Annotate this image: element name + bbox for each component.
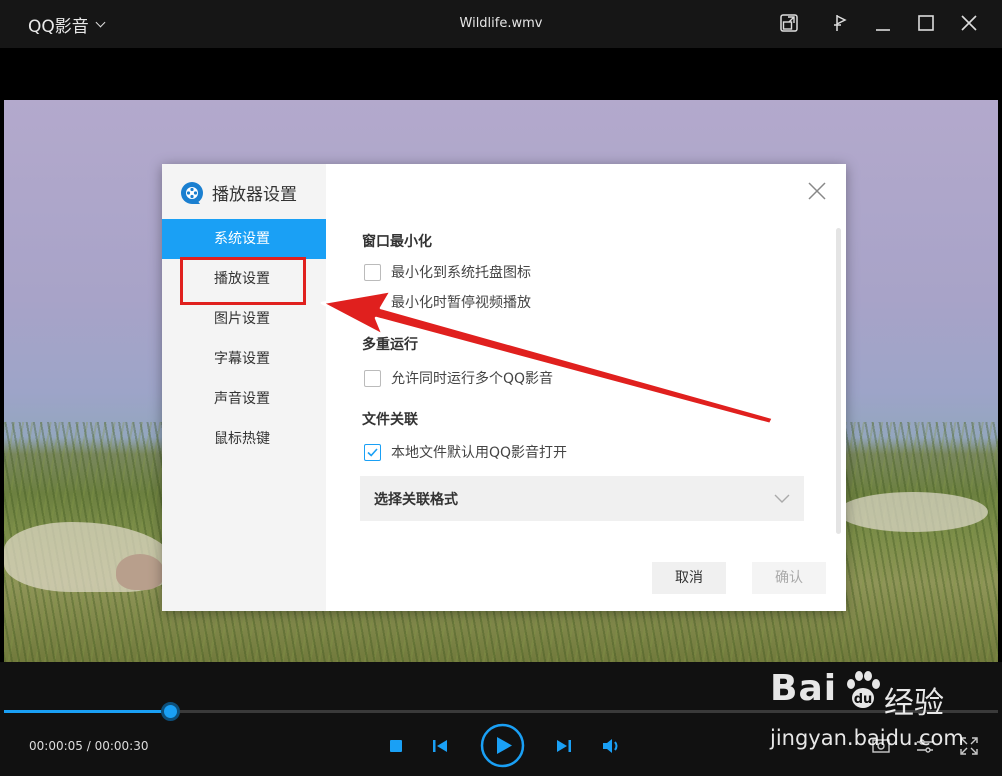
maximize-icon [918, 15, 934, 31]
option-default-open-local-files[interactable]: 本地文件默认用QQ影音打开 [364, 442, 567, 462]
play-icon [480, 723, 525, 768]
maximize-button[interactable] [915, 12, 937, 34]
nav-item-playback[interactable]: 播放设置 [162, 259, 326, 299]
select-associated-formats-dropdown[interactable]: 选择关联格式 [360, 476, 804, 521]
close-icon [808, 182, 826, 200]
dialog-title: 播放器设置 [212, 185, 297, 205]
close-icon [961, 15, 977, 31]
skip-next-icon [557, 740, 571, 752]
progress-knob[interactable] [160, 702, 180, 721]
checkbox[interactable] [364, 263, 381, 281]
minimize-button[interactable] [872, 12, 894, 34]
progress-fill [4, 710, 170, 713]
option-pause-on-minimize[interactable]: 最小化时暂停视频播放 [364, 292, 531, 312]
settings-toggle-button[interactable] [914, 735, 936, 757]
stop-button[interactable] [386, 736, 406, 756]
volume-button[interactable] [601, 735, 623, 757]
next-button[interactable] [554, 736, 574, 756]
nav-item-subtitle[interactable]: 字幕设置 [162, 339, 326, 379]
minimize-icon [876, 29, 890, 31]
checkbox-checked[interactable] [364, 443, 381, 461]
option-allow-multiple-instances[interactable]: 允许同时运行多个QQ影音 [364, 368, 553, 388]
check-icon [367, 447, 378, 457]
mini-mode-icon [780, 14, 798, 32]
time-display: 00:00:05 / 00:00:30 [29, 739, 149, 753]
section-title-multi-run: 多重运行 [362, 337, 418, 353]
pin-icon [834, 15, 847, 31]
video-sand-right [838, 492, 988, 532]
player-controls: 00:00:05 / 00:00:30 [0, 662, 1002, 776]
mini-mode-button[interactable] [778, 12, 800, 34]
section-title-file-association: 文件关联 [362, 412, 418, 428]
screenshot-button[interactable] [870, 735, 892, 757]
settings-sidebar: 播放器设置 系统设置 播放设置 图片设置 字幕设置 声音设置 鼠标热键 [162, 164, 326, 611]
file-title: Wildlife.wmv [459, 16, 543, 31]
video-rock [116, 554, 164, 590]
dropdown-label: 选择关联格式 [374, 491, 458, 508]
cancel-button[interactable]: 取消 [652, 562, 726, 594]
pin-button[interactable] [828, 12, 850, 34]
scrollbar[interactable] [836, 228, 841, 534]
nav-item-audio[interactable]: 声音设置 [162, 379, 326, 419]
nav-item-hotkeys[interactable]: 鼠标热键 [162, 419, 326, 459]
fullscreen-button[interactable] [958, 735, 980, 757]
dialog-close-button[interactable] [806, 180, 828, 202]
chevron-down-icon [774, 494, 790, 503]
confirm-button[interactable]: 确认 [752, 562, 826, 594]
nav-item-image[interactable]: 图片设置 [162, 299, 326, 339]
checkbox[interactable] [364, 369, 381, 387]
progress-bar[interactable] [4, 702, 998, 721]
nav-item-system[interactable]: 系统设置 [162, 219, 326, 259]
section-title-minimize: 窗口最小化 [362, 234, 432, 250]
fullscreen-icon [960, 737, 978, 755]
qq-player-logo-icon [181, 181, 203, 204]
stop-icon [390, 740, 402, 752]
title-bar: QQ影音 Wildlife.wmv [0, 0, 1002, 48]
screenshot-icon [872, 739, 890, 753]
checkbox[interactable] [364, 293, 381, 311]
option-label: 最小化时暂停视频播放 [391, 295, 531, 311]
option-minimize-to-tray[interactable]: 最小化到系统托盘图标 [364, 262, 531, 282]
settings-dialog: 播放器设置 系统设置 播放设置 图片设置 字幕设置 声音设置 鼠标热键 窗口最小… [162, 164, 846, 611]
play-button[interactable] [480, 723, 525, 768]
previous-button[interactable] [430, 736, 450, 756]
option-label: 最小化到系统托盘图标 [391, 265, 531, 281]
skip-previous-icon [433, 740, 447, 752]
option-label: 本地文件默认用QQ影音打开 [391, 445, 568, 461]
close-button[interactable] [958, 12, 980, 34]
dialog-header: 播放器设置 [180, 180, 297, 205]
volume-icon [603, 739, 618, 753]
sliders-icon [917, 739, 933, 753]
option-label: 允许同时运行多个QQ影音 [391, 371, 554, 387]
